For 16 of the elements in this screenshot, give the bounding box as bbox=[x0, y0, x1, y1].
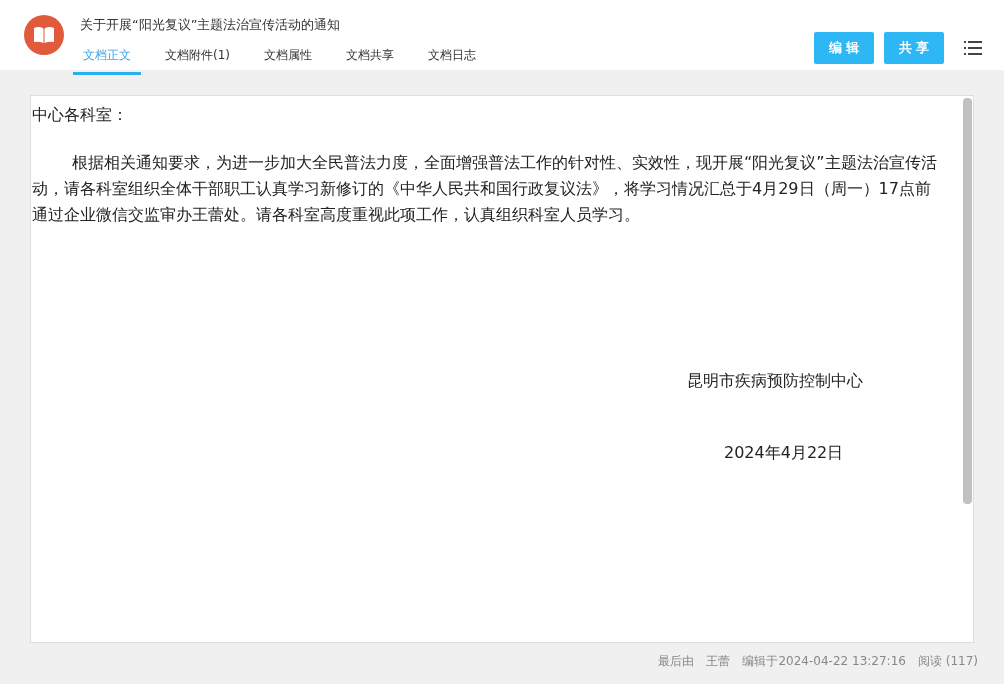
menu-icon[interactable] bbox=[964, 40, 982, 56]
edit-time: 编辑于2024-04-22 13:27:16 bbox=[742, 653, 906, 670]
editor-name: 王蕾 bbox=[706, 653, 731, 670]
read-count: 阅读 (117) bbox=[917, 653, 978, 670]
footer-label: 最后由 bbox=[658, 653, 695, 670]
tab[interactable]: 文档属性 bbox=[254, 45, 322, 75]
tab[interactable]: 文档附件(1) bbox=[155, 45, 240, 75]
date: 2024年4月22日 bbox=[724, 442, 845, 464]
signature: 昆明市疾病预防控制中心 bbox=[687, 370, 864, 392]
tab[interactable]: 文档共享 bbox=[336, 45, 404, 75]
salutation: 中心各科室： bbox=[32, 104, 129, 126]
scrollbar[interactable] bbox=[963, 98, 972, 504]
document-title: 关于开展“阳光复议”主题法治宣传活动的通知 bbox=[80, 16, 342, 34]
tab[interactable]: 文档日志 bbox=[418, 45, 486, 75]
book-icon bbox=[24, 15, 64, 55]
body-paragraph: 根据相关通知要求，为进一步加大全民普法力度，全面增强普法工作的针对性、实效性，现开展“阳光复议”主题法治宣传活动，请各科室组织全体干部职工认真学习新修订的《中华人民共和国行政复议法》，将学习情况汇总于4月29日（周一）17点前通过企业微信交监审办王蕾处。请各科室高度重视此项工作，认真组织科室人员学习。 bbox=[32, 152, 938, 226]
